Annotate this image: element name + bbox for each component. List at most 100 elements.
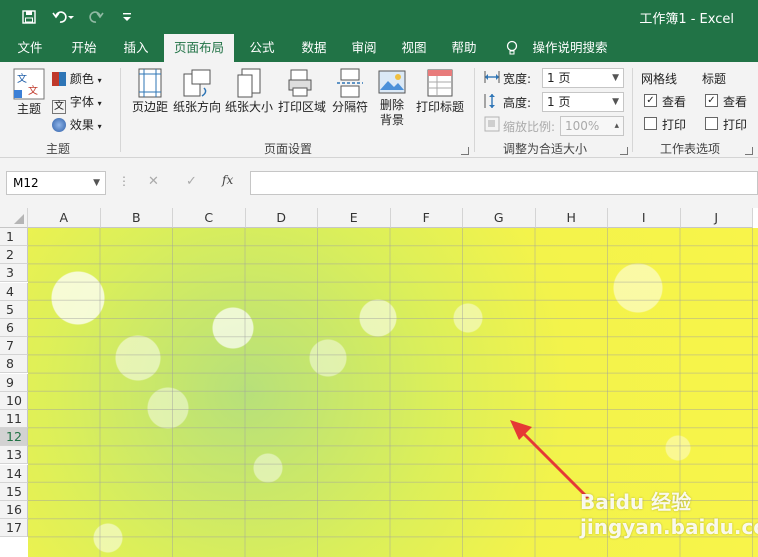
print-area-icon	[288, 69, 312, 97]
headings-print-checkbox[interactable]	[705, 117, 718, 130]
fonts-icon: 文	[52, 100, 66, 114]
column-header-c[interactable]: C	[173, 208, 246, 228]
width-dropdown[interactable]: 1 页 ▼	[542, 68, 624, 88]
svg-text:文: 文	[17, 72, 27, 85]
separator	[120, 68, 121, 152]
select-all-button[interactable]	[0, 208, 28, 228]
tab-review[interactable]: 审阅	[342, 34, 386, 62]
width-label: 宽度:	[503, 72, 532, 86]
scale-spinner[interactable]: 100% ▴	[560, 116, 624, 136]
print-titles-button[interactable]: 打印标题	[412, 68, 468, 115]
column-header-e[interactable]: E	[318, 208, 391, 228]
scale-group-label: 调整为合适大小	[503, 142, 588, 156]
height-value: 1 页	[547, 95, 571, 109]
gridlines-heading: 网格线	[641, 72, 678, 86]
margins-button[interactable]: 页边距	[128, 68, 172, 115]
formula-input[interactable]	[250, 171, 758, 195]
height-dropdown[interactable]: 1 页 ▼	[542, 92, 624, 112]
save-icon[interactable]	[20, 8, 38, 26]
tab-file[interactable]: 文件	[10, 34, 50, 62]
sheet-options-group-label: 工作表选项	[660, 142, 721, 156]
themes-icon: 文文	[13, 68, 45, 100]
row-header-6[interactable]: 6	[0, 319, 28, 337]
column-header-i[interactable]: I	[608, 208, 681, 228]
delete-background-label-line1: 删除	[379, 98, 404, 112]
separator	[474, 68, 475, 152]
row-header-14[interactable]: 14	[0, 464, 28, 483]
print-area-label: 打印区域	[277, 100, 326, 114]
delete-background-button[interactable]: 删除 背景	[374, 68, 410, 128]
customize-quick-access-icon[interactable]	[120, 8, 134, 26]
chevron-down-icon[interactable]: ▼	[93, 172, 100, 194]
size-button[interactable]: 纸张大小	[224, 68, 274, 115]
row-header-16[interactable]: 16	[0, 501, 28, 519]
tab-help[interactable]: 帮助	[442, 34, 486, 62]
column-header-h[interactable]: H	[535, 208, 608, 228]
tab-formulas[interactable]: 公式	[240, 34, 284, 62]
colors-button[interactable]: 颜色 ▾	[52, 70, 102, 87]
row-header-9[interactable]: 9	[0, 373, 28, 392]
insert-function-icon[interactable]: fx	[222, 173, 233, 187]
name-box[interactable]: M12 ▼	[6, 171, 106, 195]
row-header-13[interactable]: 13	[0, 446, 28, 465]
ribbon-tabs: 文件 开始 插入 页面布局 公式 数据 审阅 视图 帮助 操作说明搜索	[0, 34, 758, 62]
row-header-11[interactable]: 11	[0, 410, 28, 428]
delete-background-label-line2: 背景	[379, 113, 404, 127]
gridlines-print-checkbox[interactable]	[644, 117, 657, 130]
chevron-down-icon: ▼	[612, 73, 619, 83]
row-header-7[interactable]: 7	[0, 337, 28, 356]
tab-page-layout[interactable]: 页面布局	[164, 34, 234, 62]
row-header-1[interactable]: 1	[0, 228, 28, 246]
enter-icon[interactable]: ✓	[186, 174, 197, 189]
effects-button[interactable]: 效果 ▾	[52, 116, 102, 133]
sheet-options-launcher-icon[interactable]	[745, 147, 753, 155]
tab-home[interactable]: 开始	[62, 34, 106, 62]
page-setup-launcher-icon[interactable]	[461, 147, 469, 155]
orientation-button[interactable]: 纸张方向	[172, 68, 222, 115]
tab-insert[interactable]: 插入	[114, 34, 158, 62]
effects-label: 效果	[69, 118, 94, 132]
scale-launcher-icon[interactable]	[620, 147, 628, 155]
title-bar: 工作簿1 - Excel	[0, 0, 758, 34]
paper-size-icon	[237, 68, 261, 98]
row-header-17[interactable]: 17	[0, 519, 28, 538]
column-header-g[interactable]: G	[463, 208, 536, 228]
tell-me-search[interactable]: 操作说明搜索	[528, 34, 612, 62]
width-icon	[484, 70, 500, 87]
fonts-button[interactable]: 文 字体 ▾	[52, 93, 102, 114]
row-header-5[interactable]: 5	[0, 300, 28, 319]
headings-print-label: 打印	[723, 118, 748, 132]
gridlines-view-label: 查看	[662, 95, 687, 109]
redo-icon[interactable]	[86, 8, 112, 26]
row-header-8[interactable]: 8	[0, 355, 28, 374]
row-header-4[interactable]: 4	[0, 282, 28, 301]
row-header-2[interactable]: 2	[0, 246, 28, 265]
tab-view[interactable]: 视图	[392, 34, 436, 62]
separator	[632, 68, 633, 152]
column-header-f[interactable]: F	[390, 208, 463, 228]
gridlines-view-checkbox[interactable]: ✓	[644, 94, 657, 107]
column-header-d[interactable]: D	[245, 208, 318, 228]
row-header-3[interactable]: 3	[0, 264, 28, 283]
tab-data[interactable]: 数据	[292, 34, 336, 62]
more-icon: ⋮	[118, 174, 130, 188]
row-header-15[interactable]: 15	[0, 482, 28, 501]
breaks-button[interactable]: 分隔符	[330, 68, 370, 115]
margins-label: 页边距	[131, 100, 168, 114]
headings-view-checkbox[interactable]: ✓	[705, 94, 718, 107]
row-header-12[interactable]: 12	[0, 428, 28, 447]
name-box-value: M12	[13, 176, 39, 190]
themes-label: 主题	[16, 102, 41, 116]
colors-icon	[52, 72, 66, 86]
themes-button[interactable]: 文文 主题	[10, 68, 48, 117]
column-header-b[interactable]: B	[100, 208, 173, 228]
print-area-button[interactable]: 打印区域	[276, 68, 328, 115]
svg-text:文: 文	[28, 84, 38, 97]
cancel-icon[interactable]: ✕	[148, 174, 159, 189]
row-header-10[interactable]: 10	[0, 391, 28, 410]
undo-icon[interactable]	[50, 8, 76, 26]
column-header-j[interactable]: J	[680, 208, 753, 228]
chevron-down-icon: ▼	[612, 97, 619, 107]
height-label: 高度:	[503, 96, 532, 110]
column-header-a[interactable]: A	[28, 208, 101, 228]
